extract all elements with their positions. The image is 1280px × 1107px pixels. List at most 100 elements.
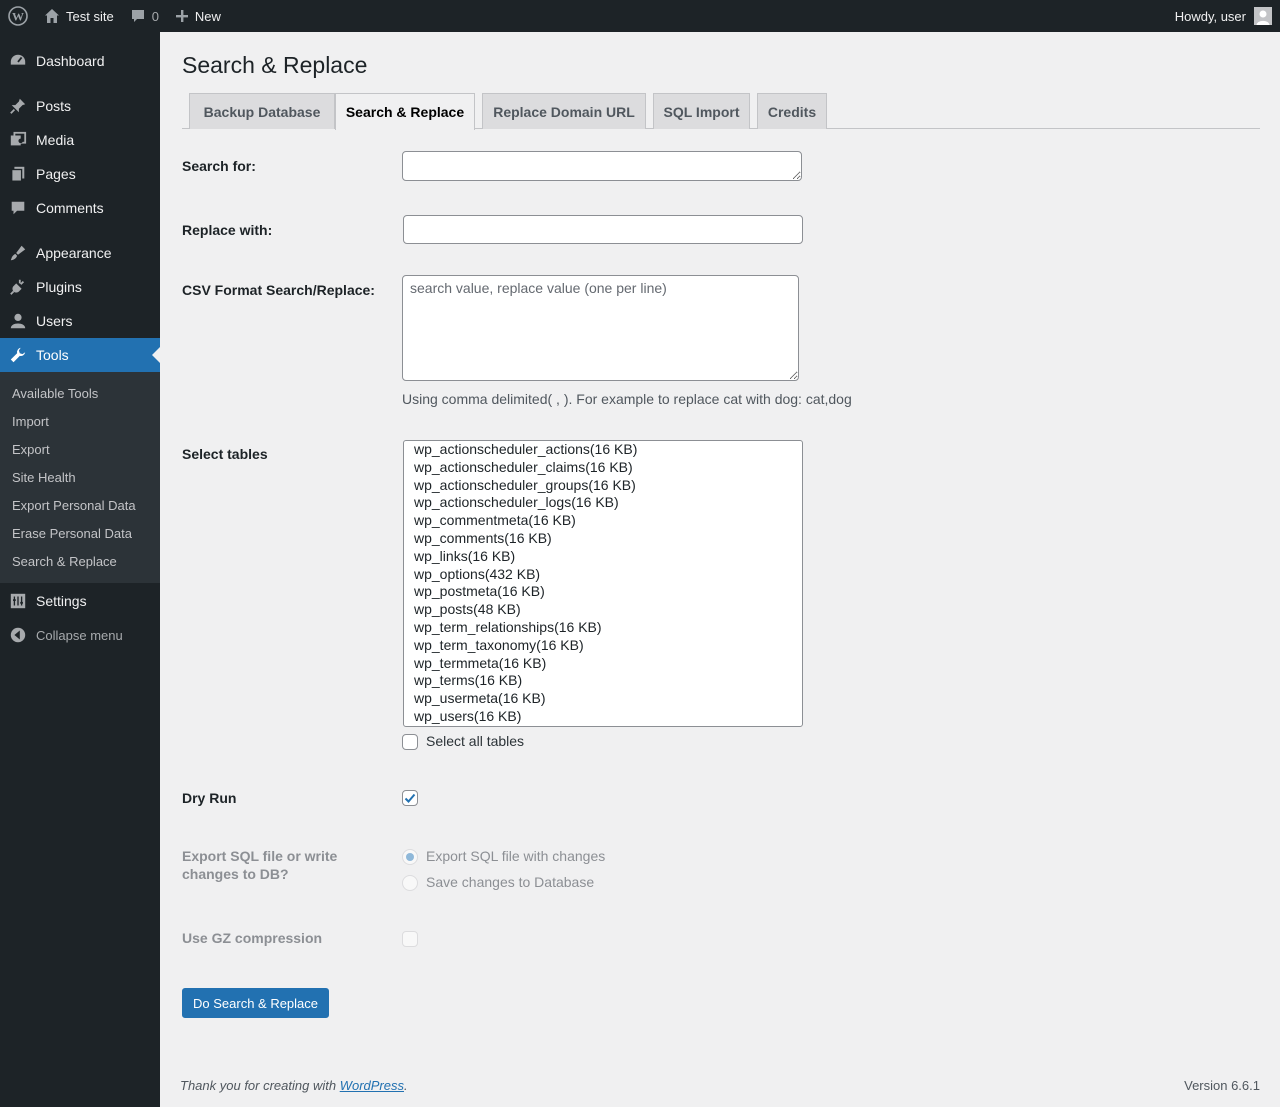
export-sql-file-radio[interactable]: [402, 849, 418, 865]
table-option[interactable]: wp_postmeta(16 KB): [414, 583, 792, 601]
sidebar-item-tools[interactable]: Tools: [0, 338, 160, 372]
dry-run-checkbox[interactable]: [402, 790, 418, 806]
sidebar-item-posts[interactable]: Posts: [0, 89, 160, 123]
comments-link[interactable]: 0: [122, 0, 167, 32]
sidebar-item-label: Users: [36, 313, 73, 329]
collapse-menu-label: Collapse menu: [36, 627, 123, 643]
site-name-link[interactable]: Test site: [36, 0, 122, 32]
wordpress-link[interactable]: WordPress: [340, 1078, 404, 1093]
dashboard-icon: [8, 51, 28, 71]
gz-compression-checkbox[interactable]: [402, 931, 418, 947]
sidebar-item-settings[interactable]: Settings: [0, 584, 160, 618]
tab-backup-database[interactable]: Backup Database: [189, 93, 335, 129]
tab-sql-import[interactable]: SQL Import: [653, 93, 750, 129]
page-title: Search & Replace: [182, 52, 368, 78]
home-icon: [44, 8, 60, 24]
export-mode-label-line1: Export SQL file or write: [182, 848, 338, 864]
sidebar-item-plugins[interactable]: Plugins: [0, 270, 160, 304]
howdy-text: Howdy, user: [1174, 8, 1246, 24]
csv-textarea[interactable]: [402, 275, 799, 381]
sidebar-item-label: Media: [36, 132, 75, 148]
comment-bubble-icon: [130, 8, 146, 24]
wrench-icon: [8, 345, 28, 365]
table-option[interactable]: wp_actionscheduler_actions(16 KB): [414, 441, 792, 459]
comments-count: 0: [151, 8, 159, 24]
table-option[interactable]: wp_term_relationships(16 KB): [414, 619, 792, 637]
select-all-label: Select all tables: [426, 733, 525, 749]
admin-bar: W Test site 0 New Howdy, user: [0, 0, 1280, 32]
csv-label: CSV Format Search/Replace:: [182, 282, 375, 298]
table-option[interactable]: wp_term_taxonomy(16 KB): [414, 637, 792, 655]
avatar: [1254, 7, 1272, 25]
admin-sidebar: Dashboard Posts Media Pages Comments App…: [0, 32, 160, 1107]
tab-replace-domain-url[interactable]: Replace Domain URL: [482, 93, 646, 129]
tab-search-replace[interactable]: Search & Replace: [335, 93, 475, 130]
plus-icon: [175, 9, 189, 23]
brush-icon: [8, 243, 28, 263]
footer-thanks-suffix: .: [404, 1078, 408, 1093]
do-search-replace-button[interactable]: Do Search & Replace: [182, 988, 330, 1018]
replace-with-input[interactable]: [403, 215, 803, 244]
sidebar-item-users[interactable]: Users: [0, 304, 160, 338]
table-option[interactable]: wp_options(432 KB): [414, 566, 792, 584]
table-option[interactable]: wp_posts(48 KB): [414, 601, 792, 619]
table-option[interactable]: wp_actionscheduler_logs(16 KB): [414, 494, 792, 512]
footer-thanks-prefix: Thank you for creating with: [180, 1078, 340, 1093]
user-icon: [8, 311, 28, 331]
submenu-item-export[interactable]: Export: [0, 435, 160, 463]
submenu-item-site-health[interactable]: Site Health: [0, 463, 160, 491]
sidebar-item-label: Plugins: [36, 279, 82, 295]
media-icon: [8, 130, 28, 150]
tab-credits[interactable]: Credits: [757, 93, 827, 129]
comment-icon: [8, 198, 28, 218]
sidebar-item-appearance[interactable]: Appearance: [0, 236, 160, 270]
gz-compression-label: Use GZ compression: [182, 930, 323, 946]
sidebar-item-label: Tools: [36, 347, 69, 363]
pages-icon: [8, 164, 28, 184]
sidebar-item-label: Posts: [36, 98, 72, 114]
plug-icon: [8, 277, 28, 297]
sidebar-item-comments[interactable]: Comments: [0, 191, 160, 225]
nav-tabs: Backup Database Search & Replace Replace…: [182, 93, 1260, 130]
sidebar-item-pages[interactable]: Pages: [0, 157, 160, 191]
search-for-label: Search for:: [182, 158, 256, 174]
submenu-item-available-tools[interactable]: Available Tools: [0, 379, 160, 407]
table-option[interactable]: wp_actionscheduler_claims(16 KB): [414, 459, 792, 477]
table-option[interactable]: wp_termmeta(16 KB): [414, 655, 792, 673]
footer-version: Version 6.6.1: [1184, 1078, 1260, 1093]
select-tables-label: Select tables: [182, 446, 268, 462]
table-option[interactable]: wp_users(16 KB): [414, 708, 792, 726]
table-option[interactable]: wp_terms(16 KB): [414, 672, 792, 690]
table-option[interactable]: wp_links(16 KB): [414, 548, 792, 566]
sidebar-item-label: Dashboard: [36, 53, 105, 69]
new-content-link[interactable]: New: [167, 0, 229, 32]
export-sql-file-label: Export SQL file with changes: [426, 848, 606, 864]
save-to-database-radio[interactable]: [402, 875, 418, 891]
submenu-item-export-personal-data[interactable]: Export Personal Data: [0, 491, 160, 519]
collapse-arrow-icon: [8, 625, 28, 645]
site-name: Test site: [66, 8, 114, 24]
my-account-link[interactable]: Howdy, user: [1167, 0, 1280, 32]
pin-icon: [8, 96, 28, 116]
table-option[interactable]: wp_commentmeta(16 KB): [414, 512, 792, 530]
checkmark-icon: [404, 793, 416, 803]
table-option[interactable]: wp_actionscheduler_groups(16 KB): [414, 477, 792, 495]
tools-submenu: Available Tools Import Export Site Healt…: [0, 372, 160, 583]
table-option[interactable]: wp_comments(16 KB): [414, 530, 792, 548]
submenu-item-search-replace[interactable]: Search & Replace: [0, 547, 160, 575]
submenu-item-import[interactable]: Import: [0, 407, 160, 435]
sidebar-item-label: Comments: [36, 200, 104, 216]
export-mode-label: Export SQL file or write changes to DB?: [182, 847, 337, 883]
dry-run-label: Dry Run: [182, 790, 237, 806]
sidebar-item-media[interactable]: Media: [0, 123, 160, 157]
submenu-item-erase-personal-data[interactable]: Erase Personal Data: [0, 519, 160, 547]
sidebar-item-label: Appearance: [36, 245, 112, 261]
wordpress-logo-icon[interactable]: W: [0, 0, 36, 32]
table-option[interactable]: wp_usermeta(16 KB): [414, 690, 792, 708]
tables-listbox[interactable]: wp_actionscheduler_actions(16 KB) wp_acti…: [403, 440, 803, 727]
select-all-checkbox[interactable]: [402, 734, 418, 750]
search-for-input[interactable]: [402, 151, 802, 181]
csv-hint: Using comma delimited( , ). For example …: [402, 391, 852, 407]
collapse-menu-button[interactable]: Collapse menu: [0, 618, 160, 652]
sidebar-item-dashboard[interactable]: Dashboard: [0, 44, 160, 78]
